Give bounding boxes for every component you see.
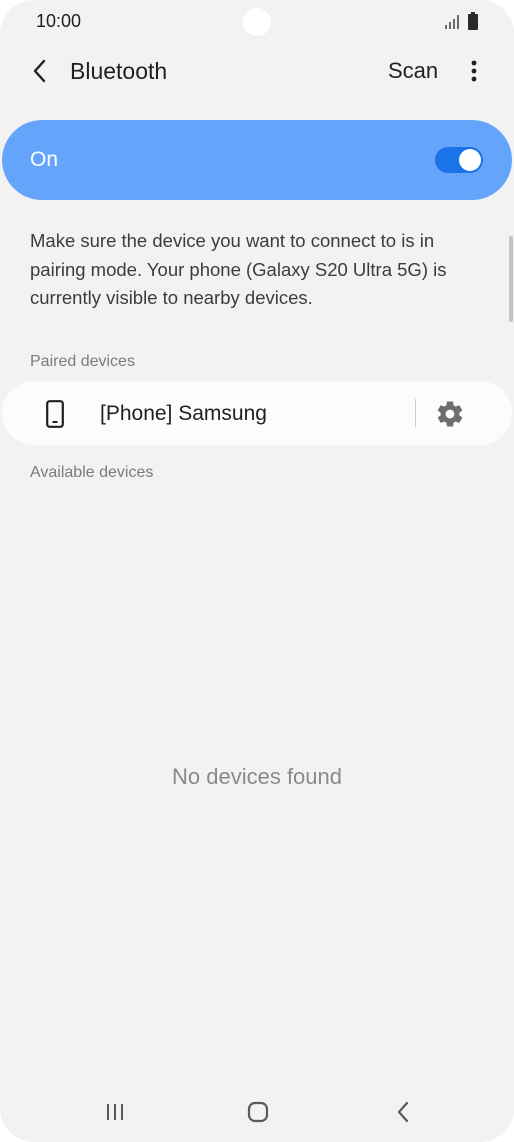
chevron-left-icon [33,59,46,83]
recent-apps-icon [107,1104,123,1120]
gear-icon[interactable] [435,399,465,429]
home-icon [247,1101,269,1123]
bluetooth-switch[interactable] [435,147,483,173]
paired-device-connect[interactable]: [Phone] Samsung [2,381,412,445]
more-options-button[interactable] [462,56,486,86]
back-icon [397,1101,409,1123]
scan-button[interactable]: Scan [388,58,438,84]
battery-icon [468,12,478,30]
available-devices-header: Available devices [30,464,154,481]
front-camera-cutout [243,8,271,36]
bluetooth-toggle-card[interactable]: On [2,120,512,200]
signal-icon [445,15,459,29]
nav-back-button[interactable] [383,1092,423,1132]
status-time: 10:00 [36,11,82,31]
scrollbar[interactable] [509,236,513,322]
home-button[interactable] [238,1092,278,1132]
no-devices-message: No devices found [172,764,342,789]
app-header: Bluetooth Scan [0,44,514,100]
recent-apps-button[interactable] [95,1092,135,1132]
navigation-bar [0,1082,514,1142]
paired-devices-header: Paired devices [30,353,135,370]
switch-knob [459,149,481,171]
bluetooth-settings-screen: 10:00 Bluetooth Scan On Make sure the de… [0,0,514,1142]
device-divider [415,399,416,427]
back-button[interactable] [24,54,56,88]
status-bar: 10:00 [0,0,514,44]
more-vertical-icon [471,60,477,82]
smartphone-icon [46,400,64,428]
device-name: [Phone] Samsung [100,402,267,425]
pairing-description: Make sure the device you want to connect… [30,230,447,308]
paired-device-item: [Phone] Samsung [2,381,512,445]
page-title: Bluetooth [70,58,168,84]
bluetooth-toggle-label: On [30,148,59,171]
